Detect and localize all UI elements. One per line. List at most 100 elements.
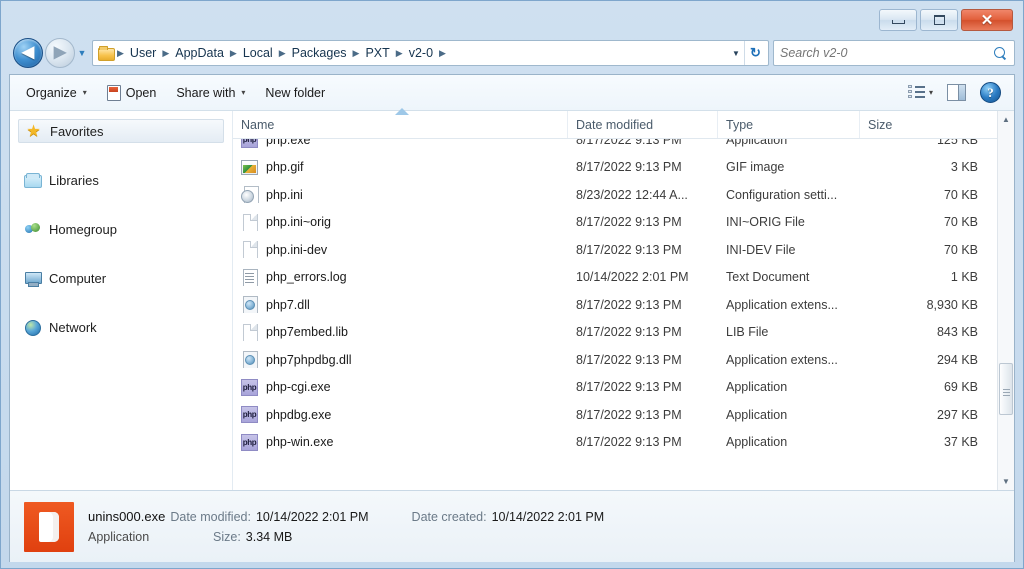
sidebar-item-favorites[interactable]: ★Favorites [18, 119, 224, 143]
forward-button[interactable]: ▶ [45, 38, 75, 68]
breadcrumb-item-v2-0[interactable]: v2-0 [405, 44, 437, 62]
details-size-value: 3.34 MB [246, 530, 293, 544]
table-row[interactable]: phpphpdbg.exe8/17/2022 9:13 PMApplicatio… [233, 401, 997, 429]
table-row[interactable]: php.ini-dev8/17/2022 9:13 PMINI-DEV File… [233, 236, 997, 264]
network-icon [24, 319, 41, 336]
cell-date-modified: 8/17/2022 9:13 PM [568, 160, 718, 174]
open-label: Open [126, 86, 157, 100]
cell-size: 70 KB [860, 188, 992, 202]
table-row[interactable]: phpphp-win.exe8/17/2022 9:13 PMApplicati… [233, 429, 997, 457]
breadcrumb-separator[interactable]: ▶ [277, 48, 288, 59]
scrollbar-track[interactable] [998, 128, 1014, 473]
table-row[interactable]: php.ini~orig8/17/2022 9:13 PMINI~ORIG Fi… [233, 209, 997, 237]
breadcrumb-separator[interactable]: ▶ [351, 48, 362, 59]
file-list-region: Name Date modified Type Size php php.exe 8… [232, 111, 997, 490]
file-name: php.ini~orig [266, 215, 331, 229]
breadcrumb-item-user[interactable]: User [126, 44, 160, 62]
recent-locations-button[interactable]: ▼ [75, 38, 89, 68]
column-header-type[interactable]: Type [718, 111, 860, 138]
share-with-label: Share with [176, 86, 235, 100]
close-button[interactable]: ✕ [961, 9, 1013, 31]
file-name: php7.dll [266, 298, 310, 312]
help-icon: ? [980, 82, 1001, 103]
dll-file-icon [241, 296, 258, 313]
sidebar-item-network[interactable]: Network [18, 315, 224, 339]
table-row[interactable]: php7phpdbg.dll8/17/2022 9:13 PMApplicati… [233, 346, 997, 374]
search-input[interactable] [780, 46, 993, 60]
back-button[interactable]: ◀ [13, 38, 43, 68]
breadcrumb-separator[interactable]: ▶ [160, 48, 171, 59]
breadcrumb-item-pxt[interactable]: PXT [361, 44, 393, 62]
sidebar-item-label: Favorites [50, 124, 103, 139]
breadcrumb-dropdown-icon[interactable]: ▼ [728, 49, 744, 58]
breadcrumb-item-appdata[interactable]: AppData [171, 44, 228, 62]
sidebar-item-libraries[interactable]: Libraries [18, 168, 224, 192]
php-file-icon: php [241, 379, 258, 396]
details-text: unins000.exe Date modified: 10/14/2022 2… [88, 509, 1000, 544]
table-row[interactable]: phpphp.exe8/17/2022 9:13 PMApplication12… [233, 139, 997, 154]
forward-arrow-icon: ▶ [54, 45, 66, 61]
breadcrumb-item-packages[interactable]: Packages [288, 44, 351, 62]
maximize-button[interactable] [920, 9, 958, 31]
column-header-name[interactable]: Name [233, 111, 568, 138]
folder-icon [98, 46, 114, 60]
scroll-down-button[interactable]: ▼ [998, 473, 1014, 490]
sidebar-item-label: Computer [49, 271, 106, 286]
cell-date-modified: 8/17/2022 9:13 PM [568, 435, 718, 449]
client-area: Organize ▾ Open Share with ▾ New folder [9, 74, 1015, 562]
breadcrumb-item-local[interactable]: Local [239, 44, 277, 62]
organize-button[interactable]: Organize ▾ [16, 80, 97, 106]
column-header-size[interactable]: Size [860, 111, 992, 138]
sidebar-item-computer[interactable]: Computer [18, 266, 224, 290]
file-name: php.gif [266, 160, 304, 174]
address-bar: ◀ ▶ ▼ ▶User▶AppData▶Local▶Packages▶PXT▶v… [9, 35, 1015, 71]
breadcrumb-separator[interactable]: ▶ [228, 48, 239, 59]
breadcrumb-separator[interactable]: ▶ [394, 48, 405, 59]
file-name: php.ini [266, 188, 303, 202]
new-folder-button[interactable]: New folder [255, 80, 335, 106]
cell-name: phpphp-win.exe [233, 434, 568, 451]
scrollbar-thumb[interactable] [999, 363, 1013, 415]
column-header-date-modified[interactable]: Date modified [568, 111, 718, 138]
breadcrumb-separator[interactable]: ▶ [115, 48, 126, 59]
details-filename: unins000.exe [88, 509, 165, 524]
window-controls: ✕ [879, 9, 1013, 31]
breadcrumb: ▶User▶AppData▶Local▶Packages▶PXT▶v2-0▶ [115, 44, 728, 62]
details-date-created-value: 10/14/2022 2:01 PM [492, 510, 605, 524]
table-row[interactable]: php_errors.log10/14/2022 2:01 PMText Doc… [233, 264, 997, 292]
refresh-icon[interactable]: ↻ [744, 41, 766, 65]
table-row[interactable]: phpphp-cgi.exe8/17/2022 9:13 PMApplicati… [233, 374, 997, 402]
file-name: php.exe [266, 139, 310, 147]
title-bar: ✕ [9, 9, 1015, 35]
file-name: php7phpdbg.dll [266, 353, 352, 367]
vertical-scrollbar[interactable]: ▲ ▼ [997, 111, 1014, 490]
scroll-up-button[interactable]: ▲ [998, 111, 1014, 128]
cell-type: Application extens... [718, 353, 860, 367]
change-view-button[interactable]: ▾ [901, 80, 940, 105]
office-app-icon [24, 502, 74, 552]
breadcrumb-separator[interactable]: ▶ [437, 48, 448, 59]
column-header-size-label: Size [868, 118, 984, 132]
cell-size: 297 KB [860, 408, 992, 422]
preview-pane-button[interactable] [940, 79, 973, 106]
cell-date-modified: 8/17/2022 9:13 PM [568, 298, 718, 312]
cell-date-modified: 8/17/2022 9:13 PM [568, 325, 718, 339]
chevron-down-icon: ▾ [241, 88, 245, 97]
share-with-button[interactable]: Share with ▾ [166, 80, 255, 106]
sidebar-item-homegroup[interactable]: Homegroup [18, 217, 224, 241]
explorer-body: ★Favorites Libraries Homegroup Computer Netw… [10, 111, 1014, 490]
open-file-icon [107, 85, 121, 101]
search-box[interactable] [773, 40, 1015, 66]
open-button[interactable]: Open [97, 79, 167, 107]
cell-date-modified: 8/17/2022 9:13 PM [568, 139, 718, 147]
help-button[interactable]: ? [973, 77, 1008, 108]
table-row[interactable]: php.gif8/17/2022 9:13 PMGIF image3 KB [233, 154, 997, 182]
table-row[interactable]: php7embed.lib8/17/2022 9:13 PMLIB File84… [233, 319, 997, 347]
minimize-button[interactable] [879, 9, 917, 31]
breadcrumb-bar[interactable]: ▶User▶AppData▶Local▶Packages▶PXT▶v2-0▶ ▼… [92, 40, 769, 66]
blank-file-icon [241, 241, 258, 258]
table-row[interactable]: php7.dll8/17/2022 9:13 PMApplication ext… [233, 291, 997, 319]
table-row[interactable]: php.ini8/23/2022 12:44 A...Configuration… [233, 181, 997, 209]
cell-date-modified: 10/14/2022 2:01 PM [568, 270, 718, 284]
cell-type: Application [718, 139, 860, 147]
